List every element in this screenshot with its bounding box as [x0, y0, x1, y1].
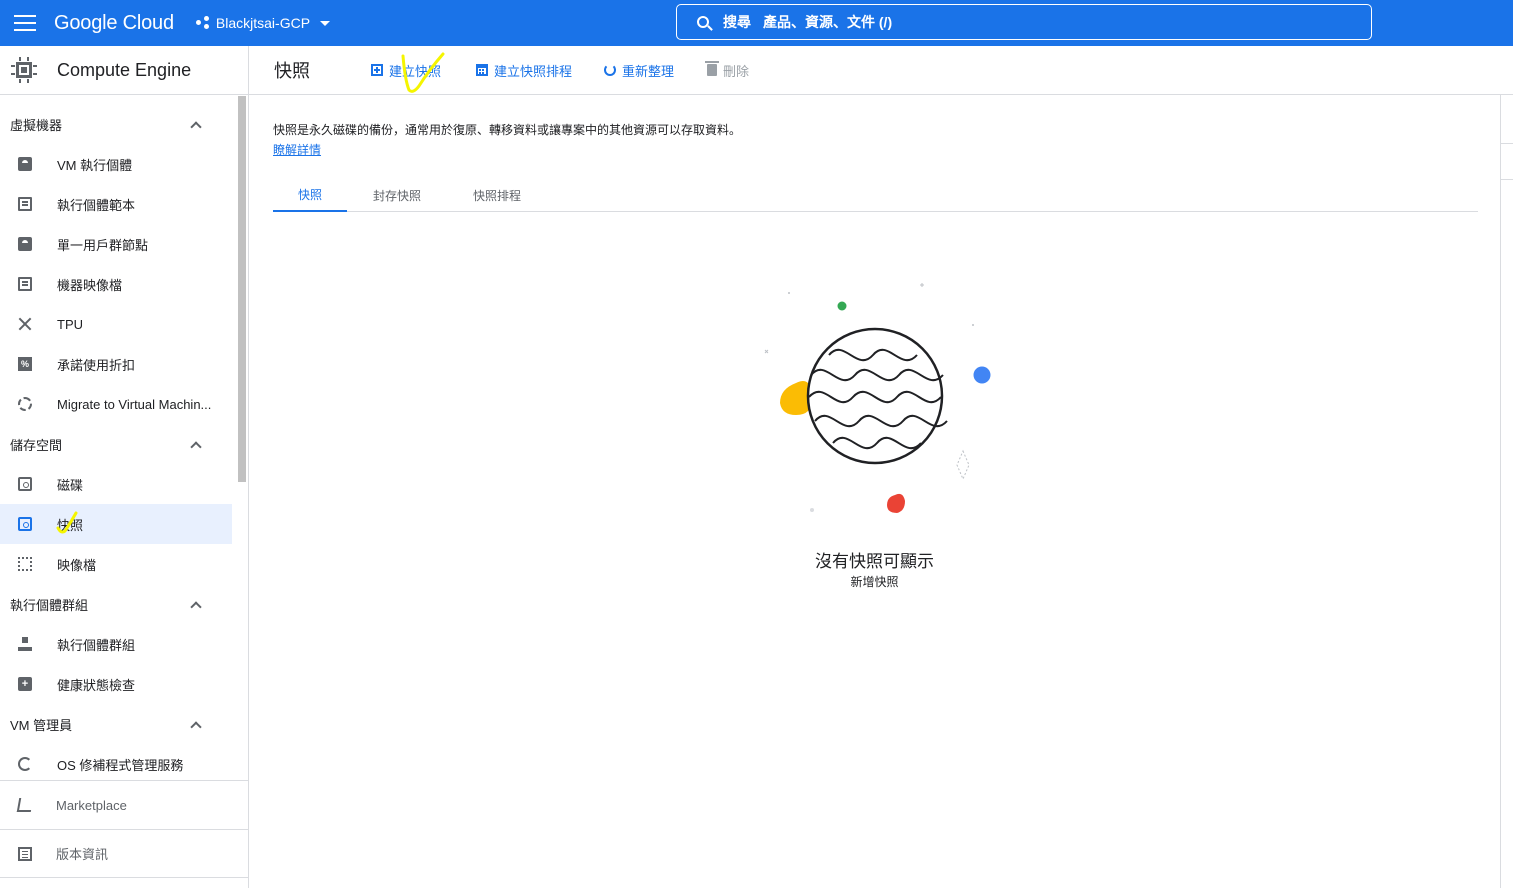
sidebar-item-disks[interactable]: 磁碟: [0, 464, 238, 504]
tab-archive-snapshots[interactable]: 封存快照: [359, 179, 435, 212]
right-panel-edge: [1500, 95, 1513, 888]
sidebar-item-machine-images[interactable]: 機器映像檔: [0, 264, 238, 304]
search-bar[interactable]: 搜尋 產品、資源、文件 (/): [676, 4, 1372, 40]
create-snapshot-button[interactable]: 建立快照: [371, 61, 441, 80]
instance-template-icon: [18, 197, 32, 211]
delete-label: 刪除: [723, 63, 750, 79]
chevron-up-icon: [190, 720, 202, 733]
tpu-icon: [18, 317, 32, 331]
sidebar-item-label: 單一用戶群節點: [57, 237, 149, 253]
google-cloud-logo[interactable]: Google Cloud: [54, 12, 174, 35]
refresh-label: 重新整理: [622, 63, 675, 79]
sidebar-item-migrate[interactable]: Migrate to Virtual Machin...: [0, 384, 238, 424]
sidebar-item-label: Marketplace: [56, 797, 127, 813]
section-label: VM 管理員: [10, 717, 73, 733]
product-title: Compute Engine: [57, 59, 192, 80]
trash-icon: [705, 61, 719, 76]
chevron-up-icon: [190, 440, 202, 453]
image-icon: [18, 557, 32, 571]
sidebar-item-label: VM 執行個體: [57, 157, 133, 173]
sidebar-item-label: OS 修補程式管理服務: [57, 757, 184, 773]
sidebar: Compute Engine 虛擬機器 VM 執行個體 執行個體範本 單一用戶群…: [0, 46, 249, 888]
section-virtual-machines[interactable]: 虛擬機器: [0, 104, 238, 144]
search-hint: 產品、資源、文件 (/): [763, 14, 893, 30]
empty-state-title: 沒有快照可顯示: [815, 552, 934, 571]
menu-icon[interactable]: [14, 15, 36, 31]
release-notes-icon: [18, 846, 32, 861]
sidebar-scrollbar[interactable]: [238, 96, 246, 482]
sidebar-item-images[interactable]: 映像檔: [0, 544, 238, 584]
snapshot-icon: [18, 517, 32, 531]
sidebar-item-label: 版本資訊: [56, 847, 109, 862]
page-description: 快照是永久磁碟的備份，通常用於復原、轉移資料或讓專案中的其他資源可以存取資料。: [273, 123, 742, 137]
vm-instance-icon: [18, 157, 32, 171]
sidebar-item-release-notes[interactable]: 版本資訊: [0, 829, 248, 878]
sidebar-item-label: TPU: [57, 316, 83, 332]
project-selector[interactable]: Blackjtsai-GCP: [195, 15, 331, 31]
sidebar-item-label: Migrate to Virtual Machin...: [57, 396, 212, 412]
tab-snapshot-schedules[interactable]: 快照排程: [459, 179, 535, 212]
search-icon: [697, 16, 709, 28]
page-title: 快照: [274, 61, 310, 81]
refresh-icon: [604, 64, 616, 76]
section-storage[interactable]: 儲存空間: [0, 424, 238, 464]
section-label: 執行個體群組: [10, 597, 89, 613]
migrate-icon: [18, 397, 32, 411]
sidebar-item-health-checks[interactable]: + 健康狀態檢查: [0, 664, 238, 704]
learn-more-link[interactable]: 瞭解詳情: [273, 141, 321, 158]
sidebar-item-label: 執行個體範本: [57, 197, 136, 213]
sidebar-item-sole-tenant-nodes[interactable]: 單一用戶群節點: [0, 224, 238, 264]
machine-image-icon: [18, 277, 32, 291]
section-label: 儲存空間: [10, 437, 63, 453]
delete-button[interactable]: 刪除: [705, 61, 750, 80]
tab-bar: 快照 封存快照 快照排程: [273, 179, 1478, 212]
sidebar-item-label: 快照: [57, 517, 84, 533]
health-check-icon: +: [18, 677, 32, 691]
empty-state-subtitle: 新增快照: [850, 575, 899, 589]
sidebar-item-tpu[interactable]: TPU: [0, 304, 238, 344]
create-snapshot-label: 建立快照: [389, 63, 442, 79]
sidebar-item-os-patch[interactable]: OS 修補程式管理服務: [0, 744, 238, 784]
project-name: Blackjtsai-GCP: [215, 15, 311, 31]
compute-engine-icon: [10, 56, 38, 84]
sidebar-item-instance-groups[interactable]: 執行個體群組: [0, 624, 238, 664]
instance-group-icon: [18, 637, 32, 651]
project-icon: [195, 16, 210, 30]
sidebar-item-label: 健康狀態檢查: [57, 677, 136, 693]
sidebar-item-marketplace[interactable]: Marketplace: [0, 780, 248, 829]
sidebar-item-label: 執行個體群組: [57, 637, 136, 653]
refresh-button[interactable]: 重新整理: [604, 61, 674, 80]
sidebar-nav: 虛擬機器 VM 執行個體 執行個體範本 單一用戶群節點 機器映像檔 TPU % …: [0, 104, 238, 784]
sidebar-item-label: 機器映像檔: [57, 277, 123, 293]
search-label: 搜尋: [723, 14, 751, 30]
cart-icon: [16, 798, 34, 812]
tab-snapshots[interactable]: 快照: [273, 179, 347, 212]
sidebar-item-label: 承諾使用折扣: [57, 357, 136, 373]
empty-state-illustration: [764, 283, 991, 513]
sidebar-item-label: 磁碟: [57, 477, 84, 493]
main-content: 快照是永久磁碟的備份，通常用於復原、轉移資料或讓專案中的其他資源可以存取資料。 …: [249, 95, 1500, 888]
sidebar-item-vm-instances[interactable]: VM 執行個體: [0, 144, 238, 184]
top-bar: Google Cloud Blackjtsai-GCP 搜尋 產品、資源、文件 …: [0, 0, 1513, 46]
sidebar-item-label: 映像檔: [57, 557, 97, 573]
section-instance-groups[interactable]: 執行個體群組: [0, 584, 238, 624]
sidebar-header[interactable]: Compute Engine: [0, 46, 248, 95]
chevron-up-icon: [190, 600, 202, 613]
chevron-up-icon: [190, 120, 202, 133]
sidebar-item-instance-templates[interactable]: 執行個體範本: [0, 184, 238, 224]
percent-icon: %: [18, 357, 32, 371]
sidebar-item-committed-use-discounts[interactable]: % 承諾使用折扣: [0, 344, 238, 384]
sole-tenant-icon: [18, 237, 32, 251]
section-vm-manager[interactable]: VM 管理員: [0, 704, 238, 744]
action-bar: 快照 建立快照 建立快照排程 重新整理 刪除: [249, 46, 1513, 95]
sidebar-item-snapshots[interactable]: 快照: [0, 504, 232, 544]
create-schedule-button[interactable]: 建立快照排程: [476, 61, 572, 80]
caret-down-icon: [320, 20, 331, 26]
calendar-icon: [476, 64, 488, 76]
section-label: 虛擬機器: [10, 117, 63, 133]
os-patch-icon: [18, 757, 32, 771]
disk-icon: [18, 477, 32, 491]
add-box-icon: [371, 64, 383, 76]
create-schedule-label: 建立快照排程: [494, 63, 573, 79]
